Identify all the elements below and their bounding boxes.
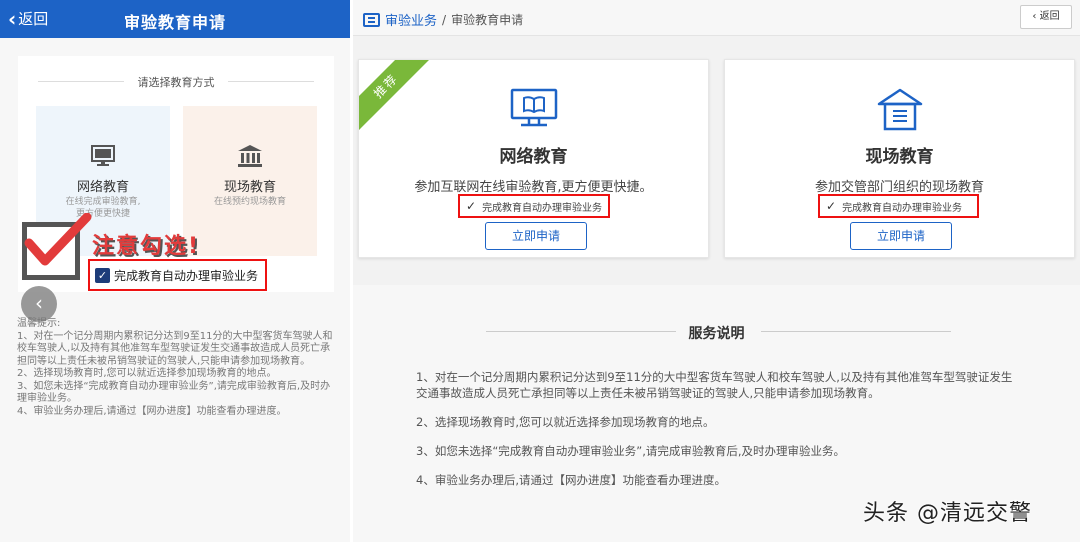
tips-item: 4、审验业务办理后,请通过【网办进度】功能查看办理进度。 (17, 405, 287, 417)
service-items: 1、对在一个记分周期内累积记分达到9至11分的大中型客货车驾驶人和校车驾驶人,以… (416, 369, 1016, 501)
back-button[interactable]: ‹ 返回 (1020, 5, 1072, 29)
card-description: 参加互联网在线审验教育,更方便更快捷。 (414, 180, 653, 195)
option-name: 网络教育 (76, 180, 129, 195)
monitor-book-icon (359, 88, 708, 128)
service-item: 3、如您未选择“完成教育自动办理审验业务”,请完成审验教育后,及时办理审验业务。 (416, 444, 846, 458)
carousel-prev-button[interactable]: ‹ (21, 286, 57, 322)
option-desc-line: 在线完成审验教育, (65, 197, 141, 207)
checkbox-label: 完成教育自动办理审验业务 (114, 268, 259, 283)
breadcrumb-bar: 审验业务 / 审验教育申请 ‹ 返回 (353, 0, 1080, 36)
big-checkmark-icon (22, 213, 92, 280)
tips-item: 3、如您未选择“完成教育自动办理审验业务”,请完成审验教育后,及时办理审验业务。 (17, 380, 331, 405)
list-icon (363, 12, 380, 27)
card-title: 现场教育 (865, 147, 934, 167)
mobile-tips: 温馨提示: 1、对在一个记分周期内累积记分达到9至11分的大中型客货车驾驶人和校… (17, 318, 335, 418)
tips-item: 2、选择现场教育时,您可以就近选择参加现场教育的地点。 (17, 368, 277, 379)
divider (761, 331, 951, 332)
service-item: 4、审验业务办理后,请通过【网办进度】功能查看办理进度。 (416, 473, 726, 487)
checkbox-checked-icon[interactable]: ✓ (95, 267, 110, 283)
mobile-screenshot: ‹ 返回 审验教育申请 请选择教育方式 网络教育 在线完成审验教育, 更方便更快… (0, 0, 350, 542)
service-title: 服务说明 (688, 326, 745, 342)
checkbox-label: 完成教育自动办理审验业务 (482, 202, 603, 214)
breadcrumb: 审验业务 / 审验教育申请 (363, 10, 523, 29)
tips-item: 1、对在一个记分周期内累积记分达到9至11分的大中型客货车驾驶人和校车驾驶人,以… (17, 330, 333, 367)
house-document-icon (725, 88, 1074, 132)
apply-now-button[interactable]: 立即申请 (485, 222, 587, 250)
tips-heading: 温馨提示: (17, 318, 61, 329)
breadcrumb-section-link[interactable]: 审验业务 (385, 10, 437, 29)
mobile-header: ‹ 返回 审验教育申请 (0, 0, 350, 38)
service-item: 2、选择现场教育时,您可以就近选择参加现场教育的地点。 (416, 415, 715, 429)
back-button-label: 返回 (1039, 11, 1060, 22)
option-desc: 在线预约现场教育 (189, 196, 311, 208)
apply-now-button[interactable]: 立即申请 (850, 222, 952, 250)
card-online-education: 推荐 网络教育 参加互联网在线审验教育,更方便更快捷。 ✓ 完成教育自动办理审验… (358, 59, 709, 258)
breadcrumb-current: 审验教育申请 (451, 13, 524, 27)
auto-process-checkbox[interactable]: ✓ 完成教育自动办理审验业务 (458, 194, 610, 218)
card-description: 参加交管部门组织的现场教育 (814, 180, 984, 195)
mobile-option-onsite[interactable]: 现场教育 在线预约现场教育 (183, 106, 317, 256)
card-onsite-education: 现场教育 参加交管部门组织的现场教育 ✓ 完成教育自动办理审验业务 立即申请 (724, 59, 1075, 258)
card-title: 网络教育 (499, 147, 568, 167)
mobile-auto-process-checkbox[interactable]: ✓ 完成教育自动办理审验业务 (88, 259, 267, 291)
breadcrumb-separator: / (442, 12, 447, 27)
auto-process-checkbox[interactable]: ✓ 完成教育自动办理审验业务 (818, 194, 979, 218)
watermark: 头条 @清远交警 (863, 501, 1032, 526)
chevron-left-icon: ‹ (1032, 11, 1040, 22)
checkbox-label: 完成教育自动办理审验业务 (842, 202, 963, 214)
desktop-screenshot: 审验业务 / 审验教育申请 ‹ 返回 推荐 网络教育 参加互联网在线审验教育,更… (353, 0, 1080, 542)
mobile-page-title: 审验教育申请 (123, 13, 226, 32)
attention-banner: 注意勾选! (92, 234, 201, 259)
checkmark-icon: ✓ (466, 199, 477, 213)
checkmark-icon: ✓ (826, 199, 837, 213)
institution-icon (183, 144, 317, 172)
option-desc-line: 在线预约现场教育 (213, 197, 286, 207)
choose-method-label: 请选择教育方式 (18, 74, 334, 90)
service-item: 1、对在一个记分周期内累积记分达到9至11分的大中型客货车驾驶人和校车驾驶人,以… (416, 370, 1013, 400)
monitor-icon (36, 144, 170, 172)
option-name: 现场教育 (223, 180, 276, 195)
